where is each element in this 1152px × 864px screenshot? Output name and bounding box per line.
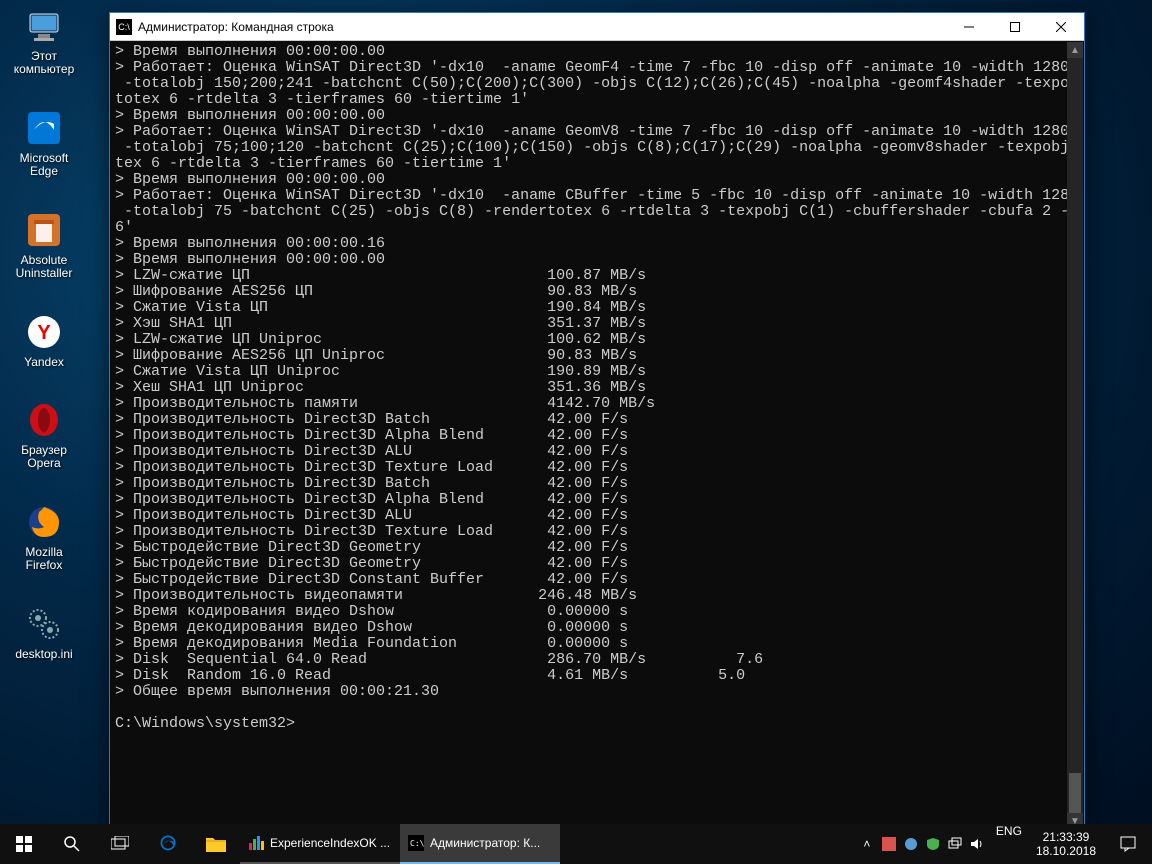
svg-text:Y: Y	[37, 322, 51, 344]
desktop-icon-opera[interactable]: Браузер Opera	[6, 400, 82, 470]
close-button[interactable]	[1038, 13, 1084, 41]
desktop-icon-edge[interactable]: Microsoft Edge	[6, 108, 82, 178]
cmd-window: C:\ Администратор: Командная строка > Вр…	[109, 12, 1085, 831]
edge-icon	[24, 108, 64, 148]
search-button[interactable]	[48, 824, 96, 864]
desktop-icon-this-pc[interactable]: Этот компьютер	[6, 6, 82, 76]
taskbar-app-label: Администратор: К...	[430, 836, 540, 850]
start-button[interactable]	[0, 824, 48, 864]
taskbar-app-label: ExperienceIndexOK ...	[270, 836, 390, 850]
yandex-icon: Y	[24, 312, 64, 352]
desktop-icon-label: Yandex	[6, 356, 82, 369]
desktop-icon-desktop-ini[interactable]: desktop.ini	[6, 604, 82, 661]
tray-security-icon[interactable]	[924, 837, 942, 851]
system-tray[interactable]: ˄	[854, 824, 990, 864]
scroll-thumb[interactable]	[1069, 773, 1081, 813]
ini-file-icon	[24, 604, 64, 644]
window-title: Администратор: Командная строка	[138, 20, 946, 34]
scroll-up-button[interactable]: ▲	[1067, 42, 1083, 58]
desktop-icon-label: desktop.ini	[6, 648, 82, 661]
scrollbar[interactable]: ▲ ▼	[1067, 42, 1083, 829]
taskbar-app-experience-index[interactable]: ExperienceIndexOK ...	[240, 824, 400, 864]
desktop-icon-yandex[interactable]: Y Yandex	[6, 312, 82, 369]
maximize-button[interactable]	[992, 13, 1038, 41]
desktop-icon-label: Этот компьютер	[6, 50, 82, 76]
uninstaller-icon	[24, 210, 64, 250]
titlebar[interactable]: C:\ Администратор: Командная строка	[110, 13, 1084, 41]
clock-date: 18.10.2018	[1036, 844, 1096, 858]
clock[interactable]: 21:33:39 18.10.2018	[1028, 824, 1104, 864]
taskbar: ExperienceIndexOK ... C:\ Администратор:…	[0, 824, 1152, 864]
desktop-icon-firefox[interactable]: Mozilla Firefox	[6, 502, 82, 572]
svg-text:C:\: C:\	[410, 839, 424, 848]
cmd-icon: C:\	[116, 19, 132, 35]
action-center-button[interactable]	[1104, 824, 1152, 864]
task-view-button[interactable]	[96, 824, 144, 864]
minimize-button[interactable]	[946, 13, 992, 41]
taskbar-app-cmd[interactable]: C:\ Администратор: К...	[400, 824, 560, 864]
firefox-icon	[24, 502, 64, 542]
tray-chevron-up-icon[interactable]: ˄	[858, 837, 876, 851]
tray-app-icon[interactable]	[902, 837, 920, 851]
tray-volume-icon[interactable]	[968, 837, 986, 851]
pinned-explorer[interactable]	[192, 824, 240, 864]
scroll-track[interactable]	[1067, 58, 1083, 813]
desktop-icon-label: Microsoft Edge	[6, 152, 82, 178]
console-output[interactable]: > Время выполнения 00:00:00.00 > Работае…	[111, 42, 1083, 829]
opera-icon	[24, 400, 64, 440]
computer-icon	[24, 6, 64, 46]
clock-time: 21:33:39	[1036, 830, 1096, 844]
tray-firewall-icon[interactable]	[880, 837, 898, 851]
pinned-edge[interactable]	[144, 824, 192, 864]
desktop-icon-label: Mozilla Firefox	[6, 546, 82, 572]
language-indicator[interactable]: ENG	[990, 824, 1028, 864]
cmd-icon: C:\	[408, 835, 424, 851]
desktop-icon-label: Браузер Opera	[6, 444, 82, 470]
desktop-icon-absolute-uninstaller[interactable]: Absolute Uninstaller	[6, 210, 82, 280]
experience-index-icon	[248, 835, 264, 851]
desktop-icon-label: Absolute Uninstaller	[6, 254, 82, 280]
tray-network-icon[interactable]	[946, 837, 964, 851]
